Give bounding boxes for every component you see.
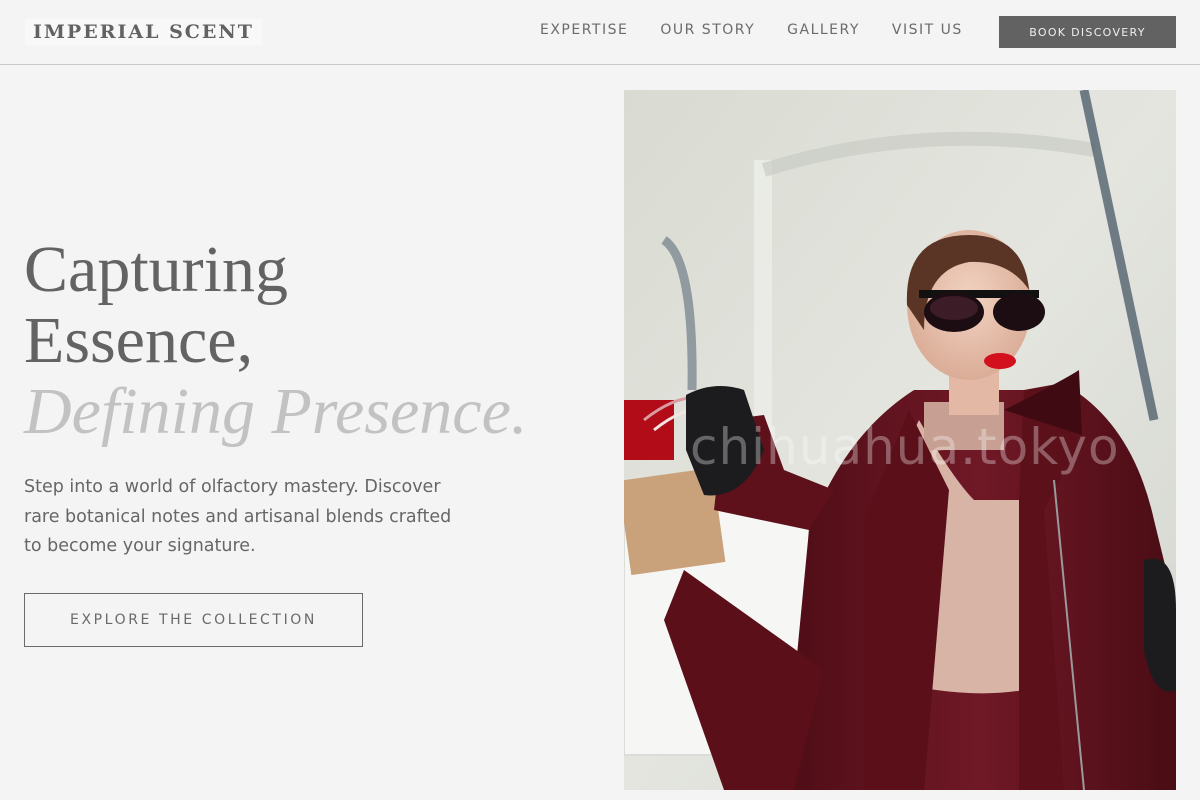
headline-line-1: Capturing	[24, 233, 288, 306]
headline-line-3: Defining Presence.	[24, 375, 528, 448]
nav-visit-us[interactable]: VISIT US	[892, 20, 963, 40]
hero-description: Step into a world of olfactory mastery. …	[24, 477, 452, 556]
headline-line-2: Essence,	[24, 304, 254, 377]
hero-headline: Capturing Essence, Defining Presence.	[24, 234, 527, 447]
explore-collection-button[interactable]: EXPLORE THE COLLECTION	[24, 593, 363, 647]
nav-our-story[interactable]: OUR STORY	[660, 20, 755, 40]
image-watermark: chihuahua.tokyo	[690, 418, 1120, 476]
brand-logo[interactable]: IMPERIAL SCENT	[25, 19, 262, 45]
book-discovery-button[interactable]: BOOK DISCOVERY	[999, 16, 1176, 48]
nav-expertise[interactable]: EXPERTISE	[540, 20, 628, 40]
site-header: IMPERIAL SCENT EXPERTISE OUR STORY GALLE…	[0, 0, 1200, 65]
main-nav: EXPERTISE OUR STORY GALLERY VISIT US	[540, 20, 995, 40]
nav-gallery[interactable]: GALLERY	[787, 20, 860, 40]
